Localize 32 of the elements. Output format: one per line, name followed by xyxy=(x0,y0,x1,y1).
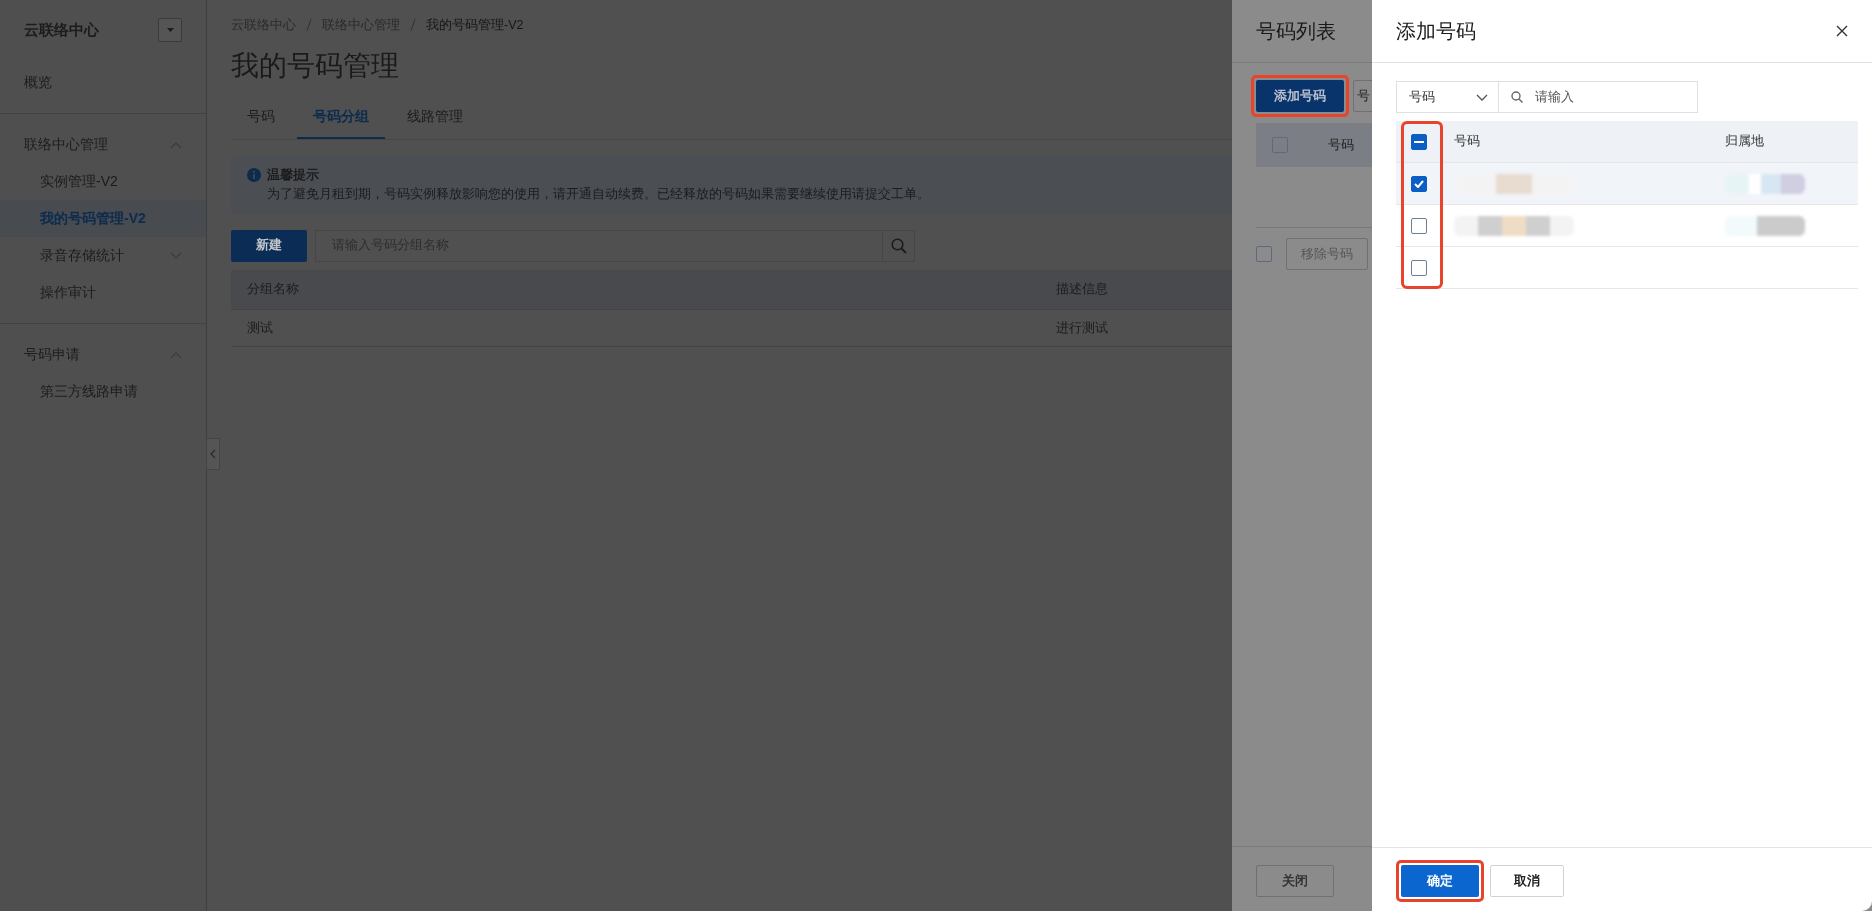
chevron-down-icon xyxy=(1476,93,1488,101)
search-icon xyxy=(1511,91,1523,103)
tab[interactable]: 号码分组 xyxy=(297,100,385,140)
slash-icon xyxy=(410,19,416,32)
checkbox[interactable] xyxy=(1411,133,1427,150)
column-header: 号码 xyxy=(1454,134,1480,149)
slash-icon xyxy=(306,19,312,32)
column-header: 号码 xyxy=(1328,136,1354,154)
close-button[interactable] xyxy=(1836,25,1848,37)
column-header: 归属地 xyxy=(1725,134,1764,149)
caret-icon xyxy=(166,28,174,32)
add-number-button[interactable]: 添加号码 xyxy=(1256,80,1344,112)
search-icon xyxy=(890,237,907,254)
dropdown-toggle[interactable] xyxy=(158,18,182,42)
checkbox[interactable] xyxy=(1411,259,1427,276)
info-icon xyxy=(247,168,261,183)
close-button[interactable]: 关闭 xyxy=(1256,865,1334,897)
close-icon xyxy=(1836,25,1848,37)
check-icon xyxy=(1414,179,1424,188)
cancel-button[interactable]: 取消 xyxy=(1490,865,1564,897)
checkbox[interactable] xyxy=(1411,217,1427,234)
drawer-title: 添加号码 xyxy=(1396,19,1476,44)
collapse-handle[interactable] xyxy=(206,438,220,470)
checkbox[interactable] xyxy=(1411,175,1427,192)
confirm-button[interactable]: 确定 xyxy=(1401,865,1479,897)
chevron-left-icon xyxy=(210,449,216,459)
checkbox[interactable] xyxy=(1256,246,1272,262)
minus-icon xyxy=(1414,140,1424,143)
checkbox[interactable] xyxy=(1272,137,1288,153)
nav-item[interactable]: 我的号码管理-V2 xyxy=(0,200,206,237)
filter-select[interactable]: 号码 xyxy=(1396,81,1499,113)
create-button[interactable]: 新建 xyxy=(231,229,307,262)
